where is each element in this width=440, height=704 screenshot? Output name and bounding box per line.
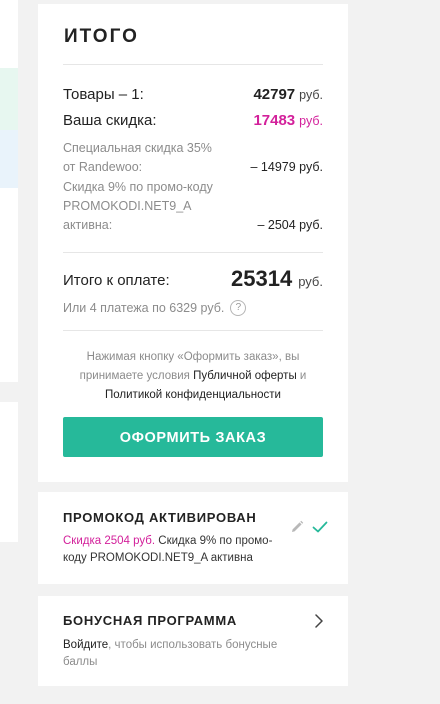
left-panel-highlight-blue [0, 130, 18, 188]
discount-label: Ваша скидка: [63, 112, 157, 129]
left-panel-highlight-green [0, 68, 18, 130]
promo-title: ПРОМОКОД АКТИВИРОВАН [63, 510, 257, 525]
items-value: 42797 [253, 86, 296, 103]
total-value: 25314 [231, 266, 293, 291]
special-discount-value: – 14979 руб. [250, 160, 324, 174]
bonus-title: БОНУСНАЯ ПРОГРАММА [63, 613, 237, 628]
installments-text: Или 4 платежа по 6329 руб. [63, 301, 225, 315]
summary-title: ИТОГО [64, 26, 139, 47]
pencil-icon[interactable] [290, 520, 304, 534]
terms-disclaimer: Нажимая кнопку «Оформить заказ», вы прин… [58, 348, 328, 405]
left-panel [0, 0, 18, 382]
total-currency: руб. [298, 274, 323, 289]
bonus-program-card[interactable]: БОНУСНАЯ ПРОГРАММА Войдите, чтобы исполь… [38, 596, 348, 686]
divider [63, 64, 323, 65]
disclaimer-and: и [299, 370, 307, 382]
items-currency: руб. [299, 88, 323, 102]
left-panel-lower [0, 402, 18, 542]
place-order-button[interactable]: ОФОРМИТЬ ЗАКАЗ [63, 417, 323, 457]
discount-total: 17483 руб. [253, 112, 323, 130]
total-label: Итого к оплате: [63, 272, 170, 289]
promo-code-card: ПРОМОКОД АКТИВИРОВАН Скидка 2504 руб. Ск… [38, 492, 348, 584]
privacy-policy-link[interactable]: Политикой конфиденциальности [105, 389, 281, 401]
installments-info: Или 4 платежа по 6329 руб. ? [63, 300, 247, 316]
discount-currency: руб. [299, 114, 323, 128]
items-total: 42797 руб. [253, 86, 323, 104]
total-amount: 25314 руб. [231, 266, 323, 292]
login-link[interactable]: Войдите [63, 639, 108, 651]
promo-discount-amount: Скидка 2504 руб. [63, 535, 156, 547]
promo-description: Скидка 2504 руб. Скидка 9% по промо-коду… [63, 533, 291, 567]
order-summary-card: ИТОГО Товары – 1: 42797 руб. Ваша скидка:… [38, 4, 348, 482]
check-icon [312, 521, 328, 533]
public-offer-link[interactable]: Публичной оферты [193, 370, 297, 382]
divider [63, 252, 323, 253]
promo-discount-label: Скидка 9% по промо-коду PROMOKODI.NET9_A… [63, 180, 213, 232]
discount-value: 17483 [253, 112, 296, 129]
items-label: Товары – 1: [63, 86, 144, 103]
bonus-description: Войдите, чтобы использовать бонусные бал… [63, 637, 303, 671]
chevron-right-icon[interactable] [314, 614, 324, 628]
promo-discount-value: – 2504 руб. [257, 218, 323, 232]
special-discount-label: Специальная скидка 35% от Randewoo: [63, 141, 212, 174]
divider [63, 330, 323, 331]
question-icon[interactable]: ? [230, 300, 247, 316]
